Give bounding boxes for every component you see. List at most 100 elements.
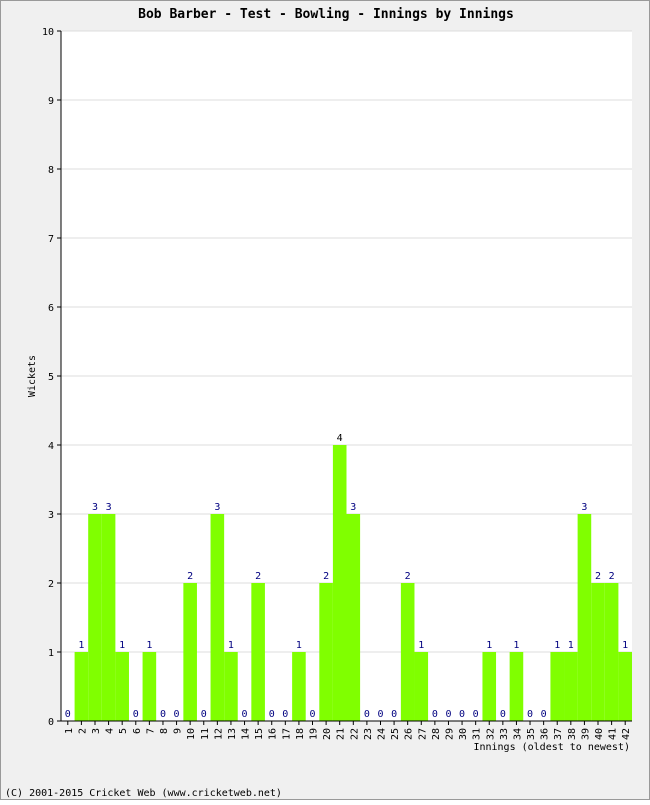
- x-tick-label: 21: [336, 728, 347, 740]
- data-label: 0: [541, 709, 547, 720]
- bar: [482, 652, 497, 721]
- data-label: 4: [337, 433, 343, 444]
- x-tick-label: 12: [213, 728, 224, 740]
- data-label: 0: [309, 709, 315, 720]
- bar: [319, 583, 333, 721]
- bar: [74, 652, 89, 721]
- x-tick-label: 10: [186, 728, 197, 740]
- x-tick-label: 28: [431, 728, 442, 740]
- y-tick-label: 9: [48, 96, 54, 107]
- data-label: 3: [581, 502, 587, 513]
- bar: [210, 514, 225, 721]
- bar: [550, 652, 565, 721]
- x-tick-label: 4: [105, 728, 116, 734]
- x-tick-label: 18: [295, 728, 306, 740]
- data-label: 0: [160, 709, 166, 720]
- data-label: 1: [622, 640, 628, 651]
- data-label: 1: [78, 640, 84, 651]
- bar: [509, 652, 524, 721]
- bar: [618, 652, 632, 721]
- data-label: 0: [269, 709, 275, 720]
- data-label: 0: [500, 709, 506, 720]
- bar: [88, 514, 102, 721]
- bar: [414, 652, 429, 721]
- bar: [101, 514, 116, 721]
- y-tick-label: 6: [48, 303, 54, 314]
- x-tick-label: 38: [567, 728, 578, 740]
- x-tick-label: 34: [512, 728, 523, 740]
- bar: [292, 652, 306, 721]
- data-label: 2: [595, 571, 601, 582]
- y-tick-label: 1: [48, 648, 54, 659]
- data-label: 1: [554, 640, 560, 651]
- data-label: 1: [568, 640, 574, 651]
- x-tick-label: 25: [390, 728, 401, 740]
- x-tick-label: 13: [227, 728, 238, 740]
- x-axis-label: Innings (oldest to newest): [473, 742, 630, 753]
- y-tick-label: 3: [48, 510, 54, 521]
- y-tick-label: 10: [42, 27, 54, 38]
- x-tick-label: 11: [200, 728, 211, 740]
- data-label: 0: [174, 709, 180, 720]
- x-tick-label: 36: [540, 728, 551, 740]
- x-tick-label: 39: [580, 728, 591, 740]
- data-label: 1: [513, 640, 519, 651]
- x-tick-label: 24: [376, 728, 387, 740]
- data-label: 0: [445, 709, 451, 720]
- x-tick-label: 31: [472, 728, 483, 740]
- x-tick-label: 8: [159, 728, 170, 734]
- bar: [346, 514, 361, 721]
- y-tick-label: 5: [48, 372, 54, 383]
- data-label: 2: [187, 571, 193, 582]
- data-label: 0: [473, 709, 479, 720]
- data-label: 0: [65, 709, 71, 720]
- data-label: 1: [146, 640, 152, 651]
- y-tick-label: 4: [48, 441, 54, 452]
- x-tick-label: 30: [458, 728, 469, 740]
- bar: [564, 652, 578, 721]
- x-tick-label: 14: [241, 728, 252, 740]
- x-tick-label: 41: [608, 728, 619, 740]
- data-label: 2: [323, 571, 329, 582]
- data-label: 0: [242, 709, 248, 720]
- data-label: 3: [350, 502, 356, 513]
- x-tick-label: 16: [268, 728, 279, 740]
- chart-container: 0133101002031020010243000210000101001132…: [0, 0, 650, 800]
- bar: [224, 652, 238, 721]
- x-tick-label: 17: [281, 728, 292, 740]
- x-tick-label: 3: [91, 728, 102, 734]
- y-tick-label: 8: [48, 165, 54, 176]
- x-tick-label: 20: [322, 728, 333, 740]
- data-label: 2: [405, 571, 411, 582]
- data-label: 1: [418, 640, 424, 651]
- data-label: 0: [201, 709, 207, 720]
- x-tick-label: 5: [118, 728, 129, 734]
- x-tick-label: 15: [254, 728, 265, 740]
- bar: [332, 445, 347, 721]
- data-label: 0: [364, 709, 370, 720]
- x-tick-label: 22: [349, 728, 360, 740]
- bar: [591, 583, 605, 721]
- x-tick-label: 9: [173, 728, 184, 734]
- bar: [400, 583, 415, 721]
- data-label: 0: [527, 709, 533, 720]
- data-label: 1: [228, 640, 234, 651]
- x-tick-label: 37: [553, 728, 564, 740]
- y-tick-label: 7: [48, 234, 54, 245]
- data-label: 0: [391, 709, 397, 720]
- data-label: 3: [214, 502, 220, 513]
- x-tick-label: 7: [145, 728, 156, 734]
- data-label: 0: [282, 709, 288, 720]
- data-label: 0: [133, 709, 139, 720]
- x-tick-label: 26: [404, 728, 415, 740]
- x-tick-label: 32: [485, 728, 496, 740]
- bar-chart: 013 31010 02031020 0102430 0 0210 0 0 01010 01 132…: [5, 7, 632, 799]
- x-tick-label: 33: [499, 728, 510, 740]
- bar: [142, 652, 157, 721]
- data-label: 2: [609, 571, 615, 582]
- y-tick-label: 2: [48, 579, 54, 590]
- x-tick-label: 6: [132, 728, 143, 734]
- data-label: 1: [296, 640, 302, 651]
- data-label: 1: [119, 640, 125, 651]
- x-tick-label: 35: [526, 728, 537, 740]
